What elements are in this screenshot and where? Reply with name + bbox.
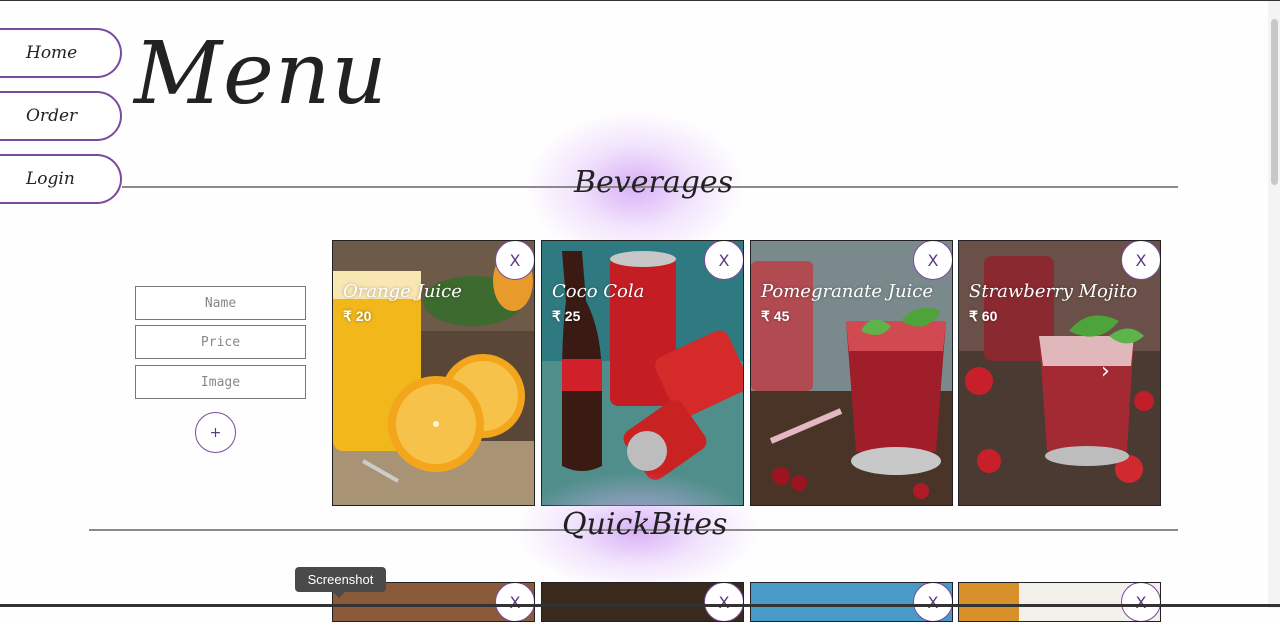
beverage-price: ₹ 20 — [343, 308, 372, 324]
beverage-price: ₹ 60 — [969, 308, 998, 324]
beverage-name: Pomegranate Juice — [761, 281, 934, 302]
image-input[interactable] — [135, 365, 306, 399]
beverage-card-orange-juice: Orange Juice ₹ 20 X — [332, 240, 535, 506]
beverage-price: ₹ 25 — [552, 308, 581, 324]
beverage-price: ₹ 45 — [761, 308, 790, 324]
beverages-heading: Beverages — [574, 165, 734, 200]
quickbite-card: X — [750, 582, 953, 622]
remove-item-button[interactable]: X — [704, 241, 743, 280]
remove-item-button[interactable]: X — [704, 583, 743, 621]
beverage-card-strawberry-mojito: Strawberry Mojito ₹ 60 › X — [958, 240, 1161, 506]
page-title: Menu — [134, 24, 388, 124]
beverage-card-pomegranate-juice: Pomegranate Juice ₹ 45 X — [750, 240, 953, 506]
nav-home-button[interactable]: Home — [0, 28, 122, 78]
nav-order-button[interactable]: Order — [0, 91, 122, 141]
beverage-name: Strawberry Mojito — [969, 281, 1138, 302]
quickbites-heading: QuickBites — [562, 507, 728, 542]
chevron-right-icon[interactable]: › — [1101, 361, 1123, 383]
remove-item-button[interactable]: X — [1121, 583, 1160, 621]
beverage-card-coco-cola: Coco Cola ₹ 25 X — [541, 240, 744, 506]
name-input[interactable] — [135, 286, 306, 320]
remove-item-button[interactable]: X — [913, 583, 952, 621]
remove-item-button[interactable]: X — [913, 241, 952, 280]
beverage-name: Orange Juice — [343, 281, 462, 302]
remove-item-button[interactable]: X — [495, 241, 534, 280]
scrollbar-thumb[interactable] — [1271, 19, 1278, 185]
quickbite-card: X — [958, 582, 1161, 622]
quickbite-card: X — [541, 582, 744, 622]
screenshot-tooltip: Screenshot — [295, 567, 386, 598]
add-item-button[interactable]: + — [195, 412, 236, 453]
remove-item-button[interactable]: X — [495, 583, 534, 621]
price-input[interactable] — [135, 325, 306, 359]
scrollbar[interactable] — [1268, 1, 1280, 608]
beverage-name: Coco Cola — [552, 281, 645, 302]
remove-item-button[interactable]: X — [1121, 241, 1160, 280]
nav-login-button[interactable]: Login — [0, 154, 122, 204]
